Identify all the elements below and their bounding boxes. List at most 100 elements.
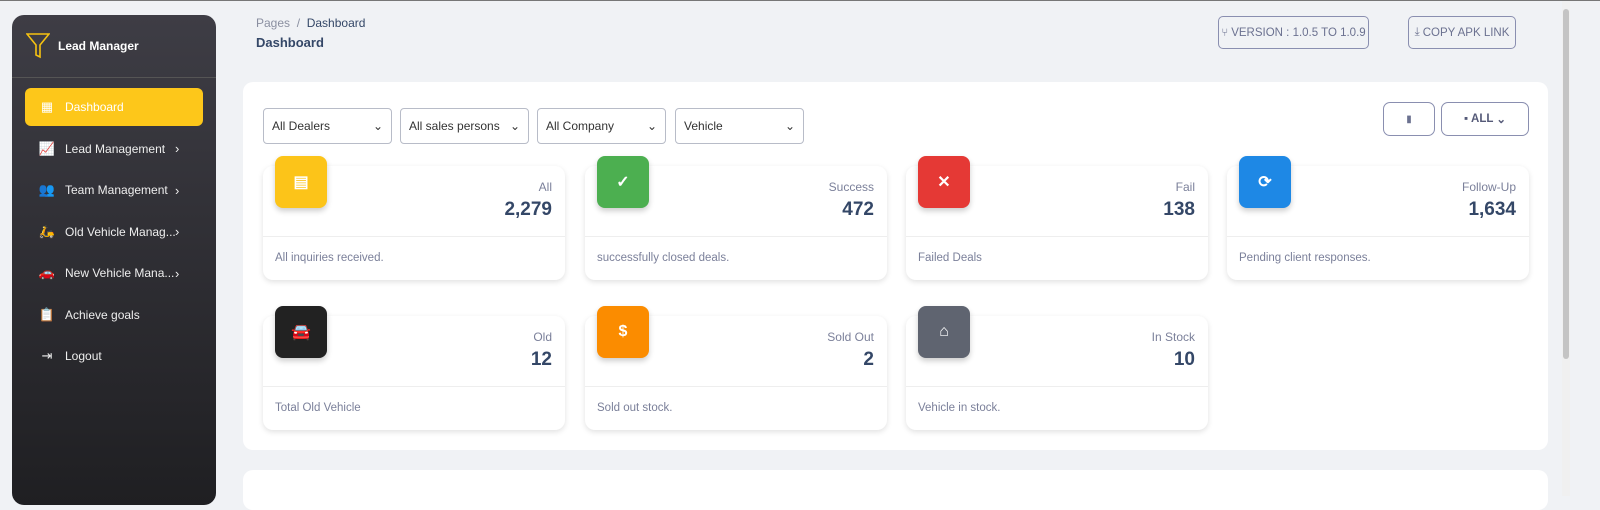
divider: [906, 236, 1208, 237]
stat-label: Fail: [1175, 180, 1195, 194]
grid-icon: ▦: [40, 99, 54, 114]
select-value: All Dealers: [272, 119, 331, 133]
stat-card-success[interactable]: ✓ Success 472 successfully closed deals.: [585, 156, 887, 280]
divider: [585, 386, 887, 387]
calendar-icon: ▪: [1463, 113, 1469, 125]
file-excel-icon: ▮: [1406, 113, 1412, 125]
sidebar-item-lead-management[interactable]: 📈 Lead Management ›: [25, 130, 203, 168]
select-value: Vehicle: [684, 119, 723, 133]
stat-label: In Stock: [1151, 330, 1195, 344]
page-title: Dashboard: [256, 35, 324, 50]
export-excel-button[interactable]: ▮: [1383, 102, 1435, 136]
breadcrumb-separator: /: [296, 16, 301, 30]
range-value: ALL: [1471, 113, 1494, 125]
select-value: All sales persons: [409, 119, 500, 133]
funnel-icon: [26, 33, 50, 59]
chart-line-icon: 📈: [38, 140, 56, 156]
sidebar-item-old-vehicle[interactable]: 🛵 Old Vehicle Manag... ›: [25, 213, 203, 251]
users-icon: 👥: [38, 182, 56, 197]
download-icon: ⤓: [1414, 26, 1420, 38]
stat-card-in-stock[interactable]: ⌂ In Stock 10 Vehicle in stock.: [906, 306, 1208, 430]
chevron-right-icon: ›: [175, 224, 180, 239]
version-label: VERSION : 1.0.5 TO 1.0.9: [1231, 26, 1366, 39]
stat-label: Old: [533, 330, 552, 344]
copy-apk-link-button[interactable]: ⤓ COPY APK LINK: [1408, 16, 1516, 49]
secondary-card: [243, 470, 1548, 510]
car-icon: 🚘: [275, 306, 327, 358]
scooter-icon: 🛵: [38, 223, 56, 239]
chevron-down-icon: ⌄: [784, 119, 795, 133]
chevron-down-icon: ⌄: [646, 119, 657, 133]
divider: [906, 386, 1208, 387]
sidebar-item-team-management[interactable]: 👥 Team Management ›: [25, 171, 203, 209]
stat-card-old[interactable]: 🚘 Old 12 Total Old Vehicle: [263, 306, 565, 430]
stat-description: successfully closed deals.: [597, 252, 730, 264]
check-circle-icon: ✓: [597, 156, 649, 208]
sidebar-item-label: Lead Management: [65, 141, 166, 156]
divider: [263, 386, 565, 387]
stat-card-all[interactable]: ▤ All 2,279 All inquiries received.: [263, 156, 565, 280]
sidebar-item-dashboard[interactable]: ▦ Dashboard: [25, 88, 203, 126]
stat-label: Follow-Up: [1461, 180, 1516, 194]
dollar-icon: $: [597, 306, 649, 358]
stat-value: 12: [530, 349, 552, 370]
version-button[interactable]: ⑂ VERSION : 1.0.5 TO 1.0.9: [1218, 16, 1369, 49]
company-select[interactable]: All Company ⌄: [537, 108, 666, 144]
breadcrumb: Pages / Dashboard: [256, 16, 365, 30]
breadcrumb-root[interactable]: Pages: [256, 16, 290, 30]
divider: [585, 236, 887, 237]
sidebar-item-logout[interactable]: ⇥ Logout: [25, 337, 203, 375]
stat-description: All inquiries received.: [275, 252, 384, 264]
clipboard-icon: ▤: [275, 156, 327, 208]
scrollbar[interactable]: [1562, 1, 1570, 496]
car-icon: 🚗: [38, 265, 56, 280]
brand[interactable]: Lead Manager: [12, 15, 216, 78]
sidebar-item-label: Dashboard: [65, 100, 124, 114]
select-value: All Company: [546, 119, 615, 133]
stat-value: 138: [1163, 199, 1195, 220]
refresh-icon: ⟳: [1239, 156, 1291, 208]
chevron-right-icon: ›: [175, 182, 180, 198]
sidebar-item-label: Team Management: [65, 183, 168, 197]
dealers-select[interactable]: All Dealers ⌄: [263, 108, 392, 144]
chevron-down-icon: ⌄: [372, 119, 383, 133]
sidebar: Lead Manager ▦ Dashboard 📈 Lead Management…: [12, 15, 216, 505]
chevron-down-icon: ⌄: [509, 119, 520, 133]
stat-description: Sold out stock.: [597, 402, 673, 414]
divider: [263, 236, 565, 237]
chevron-right-icon: ›: [175, 141, 180, 156]
divider: [1227, 236, 1529, 237]
sidebar-item-label: Old Vehicle Manag...: [65, 224, 176, 239]
sidebar-item-label: New Vehicle Mana...: [65, 266, 175, 280]
sales-persons-select[interactable]: All sales persons ⌄: [400, 108, 529, 144]
brand-name: Lead Manager: [58, 39, 139, 53]
date-range-dropdown[interactable]: ▪ ALL ⌄: [1441, 102, 1529, 136]
branch-icon: ⑂: [1221, 26, 1229, 39]
stat-description: Total Old Vehicle: [275, 402, 361, 414]
stat-value: 1,634: [1468, 199, 1516, 220]
stat-description: Failed Deals: [918, 252, 982, 264]
stat-card-sold-out[interactable]: $ Sold Out 2 Sold out stock.: [585, 306, 887, 430]
stat-value: 2,279: [504, 199, 552, 220]
vehicle-select[interactable]: Vehicle ⌄: [675, 108, 804, 144]
apk-label: COPY APK LINK: [1422, 26, 1510, 39]
stat-card-fail[interactable]: ✕ Fail 138 Failed Deals: [906, 156, 1208, 280]
chevron-down-icon: ⌄: [1496, 114, 1507, 126]
x-circle-icon: ✕: [918, 156, 970, 208]
stat-description: Vehicle in stock.: [918, 402, 1001, 414]
sidebar-item-new-vehicle[interactable]: 🚗 New Vehicle Mana... ›: [25, 254, 203, 292]
warehouse-icon: ⌂: [918, 306, 970, 358]
sidebar-item-label: Achieve goals: [65, 307, 140, 322]
sidebar-item-label: Logout: [65, 349, 102, 363]
stat-label: Sold Out: [827, 330, 874, 344]
stat-card-follow-up[interactable]: ⟳ Follow-Up 1,634 Pending client respons…: [1227, 156, 1529, 280]
stat-value: 2: [863, 349, 874, 370]
stat-value: 10: [1173, 349, 1195, 370]
clipboard-icon: 📋: [38, 306, 56, 322]
sidebar-item-achieve-goals[interactable]: 📋 Achieve goals: [25, 296, 203, 334]
scrollbar-thumb[interactable]: [1563, 9, 1569, 359]
breadcrumb-current: Dashboard: [306, 16, 366, 30]
logout-icon: ⇥: [41, 348, 53, 363]
stat-description: Pending client responses.: [1239, 252, 1371, 264]
stat-value: 472: [842, 199, 874, 220]
